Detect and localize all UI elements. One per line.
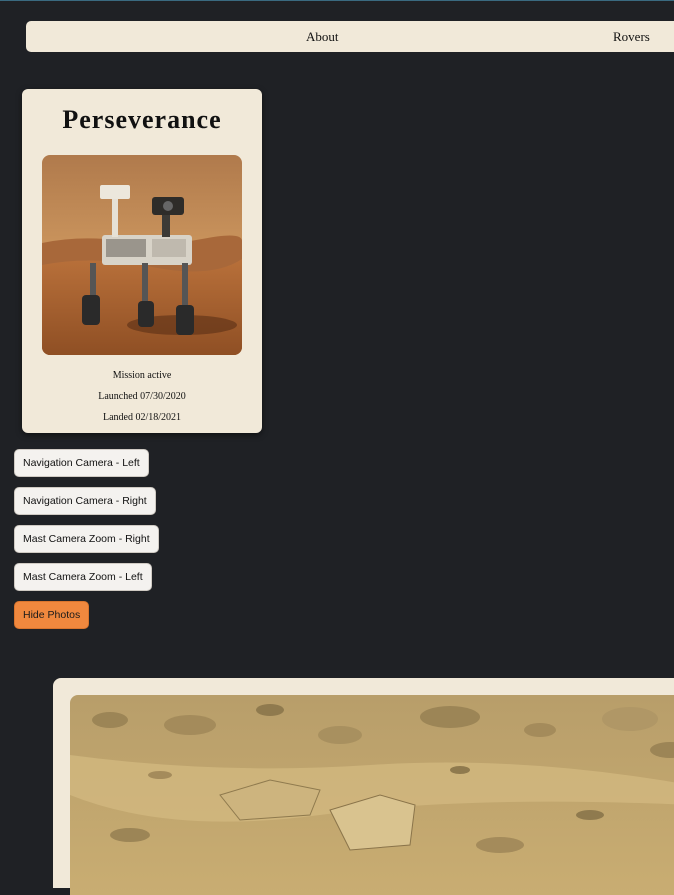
mars-surface-image [70,695,674,895]
rover-illustration [42,155,242,355]
landed-date: Landed 02/18/2021 [102,412,182,423]
rover-photo [42,155,242,355]
mission-status: Mission active [112,370,172,381]
camera-button-navcam-left[interactable]: Navigation Camera - Left [14,449,149,477]
camera-button-navcam-right[interactable]: Navigation Camera - Right [14,487,156,515]
rover-name: Perseverance [62,105,222,134]
photo-gallery-panel [53,678,674,895]
mars-surface-photo[interactable] [70,695,674,895]
rover-card: Perseverance Mission active Launched 07/… [22,89,262,433]
hide-photos-button[interactable]: Hide Photos [14,601,90,629]
nav-link-rovers[interactable]: Rovers [613,29,650,45]
launch-date: Launched 07/30/2020 [98,391,186,402]
top-border [0,0,674,1]
top-navbar: About Rovers [26,21,674,52]
camera-button-mastcam-zoom-right[interactable]: Mast Camera Zoom - Right [14,525,159,553]
nav-link-about[interactable]: About [306,29,339,45]
camera-button-mastcam-zoom-left[interactable]: Mast Camera Zoom - Left [14,563,152,591]
